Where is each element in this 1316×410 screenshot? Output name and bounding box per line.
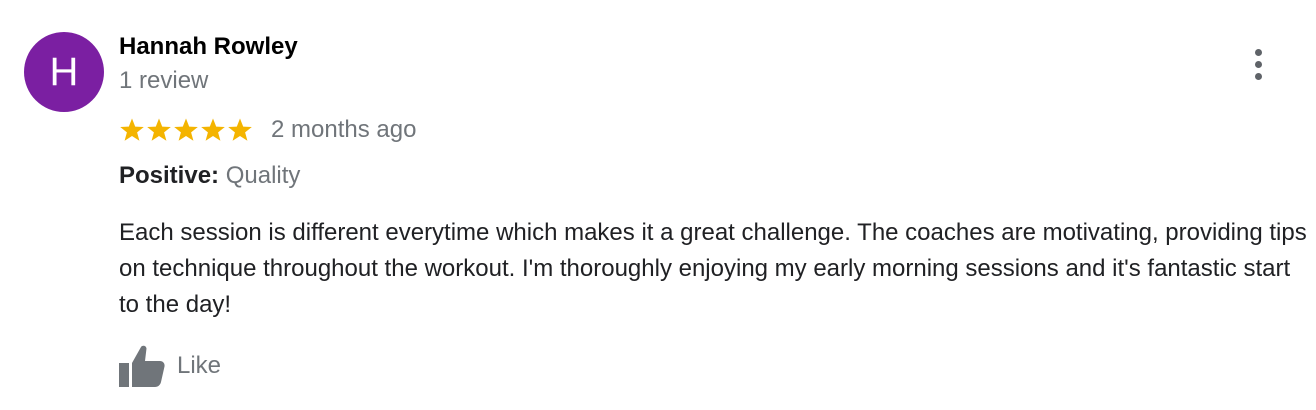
star-icon bbox=[174, 118, 198, 141]
like-button[interactable]: Like bbox=[119, 344, 221, 388]
review-card: H Hannah Rowley 1 review 2 months ago Po… bbox=[0, 0, 1316, 410]
avatar[interactable]: H bbox=[24, 32, 104, 112]
star-icon bbox=[147, 118, 171, 141]
highlight-value: Quality bbox=[225, 162, 301, 189]
review-date: 2 months ago bbox=[271, 116, 417, 143]
review-count[interactable]: 1 review bbox=[119, 65, 208, 97]
review-highlight: Positive: Quality bbox=[119, 160, 300, 192]
star-icon bbox=[228, 118, 252, 141]
more-vert-icon-dot bbox=[1254, 72, 1262, 80]
review-text: Each session is different everytime whic… bbox=[119, 219, 1307, 318]
more-vert-icon-dot bbox=[1254, 60, 1262, 68]
highlight-label: Positive: bbox=[119, 162, 220, 189]
more-options-button[interactable] bbox=[1238, 44, 1278, 84]
like-label: Like bbox=[177, 352, 222, 379]
reviewer-name[interactable]: Hannah Rowley bbox=[119, 31, 298, 63]
star-rating bbox=[119, 117, 254, 143]
star-icon bbox=[201, 118, 225, 141]
more-vert-icon bbox=[1254, 48, 1262, 56]
star-icon bbox=[120, 118, 144, 141]
avatar-initial: H bbox=[49, 50, 79, 94]
thumb-up-icon bbox=[119, 345, 165, 387]
rating-row: 2 months ago bbox=[119, 114, 416, 146]
